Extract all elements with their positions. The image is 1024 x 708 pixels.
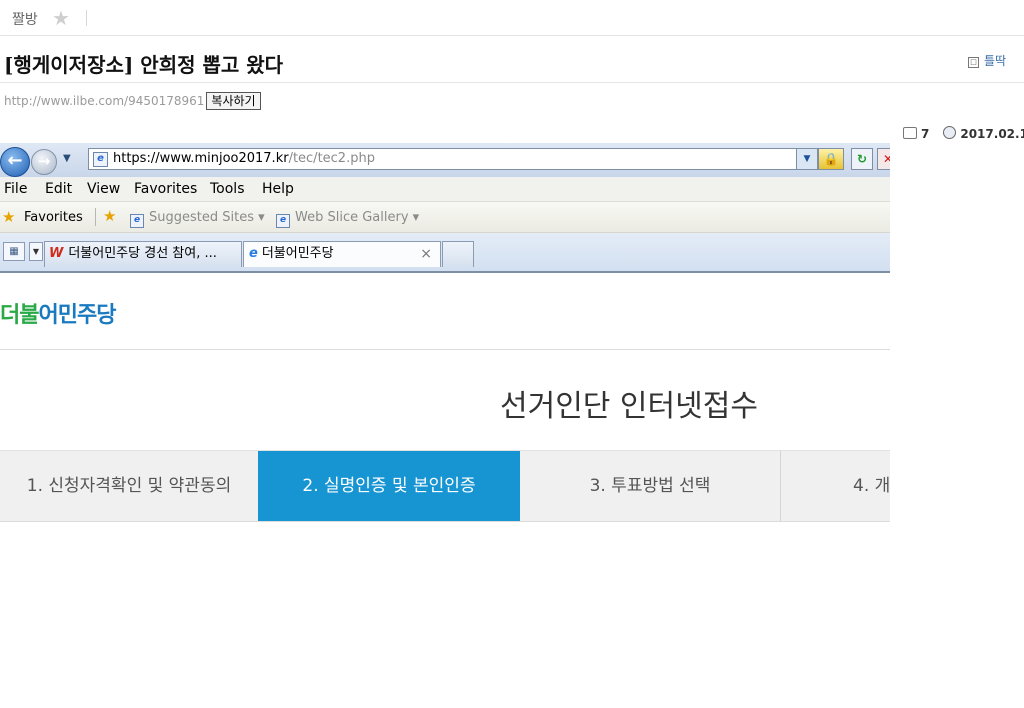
stop-icon[interactable]: ✕	[877, 148, 890, 170]
add-favorite-icon[interactable]: ★	[103, 207, 116, 225]
star-icon[interactable]: ★	[52, 6, 70, 30]
url-path: /tec/tec2.php	[288, 151, 375, 166]
board-name[interactable]: 짤방	[12, 9, 38, 29]
url-input[interactable]: e https://www.minjoo2017.kr/tec/tec2.php	[88, 148, 818, 170]
logo-green: 더불	[0, 303, 39, 328]
comment-count: 7	[921, 127, 930, 141]
favorites-star-icon[interactable]: ★	[2, 208, 15, 226]
favorites-button[interactable]: Favorites	[24, 210, 83, 225]
quick-tabs-icon[interactable]: ▦	[3, 242, 25, 261]
web-slice-gallery-label: Web Slice Gallery ▾	[295, 210, 420, 225]
tab-list-dropdown-icon[interactable]: ▼	[29, 242, 43, 261]
tab-2-active[interactable]: e 더불어민주당 ×	[243, 241, 441, 267]
title-row: [행게이저장소] 안희정 뽑고 왔다 □ 틀딱	[0, 37, 1024, 83]
step-3[interactable]: 3. 투표방법 선택	[520, 451, 780, 521]
menu-tools[interactable]: Tools	[210, 181, 245, 197]
post-url-row: http://www.ilbe.com/9450178961 복사하기	[4, 92, 261, 110]
history-dropdown-icon[interactable]: ▼	[63, 153, 71, 164]
menu-edit[interactable]: Edit	[45, 181, 72, 197]
suggested-sites-link[interactable]: e Suggested Sites ▾	[130, 210, 265, 228]
website-content: 더불어민주당 선거인단 인터넷접수 1. 신청자격확인 및 약관동의 2. 실명…	[0, 273, 890, 523]
browser-tab-bar: ▦ ▼ W 더불어민주당 경선 참여, ... e 더불어민주당 ×	[0, 233, 890, 273]
favorites-bar: ★ Favorites ★ e Suggested Sites ▾ e Web Sl…	[0, 202, 890, 233]
site-logo[interactable]: 더불어민주당	[0, 297, 116, 329]
post-url[interactable]: http://www.ilbe.com/9450178961	[4, 94, 204, 108]
page-icon: e	[130, 214, 144, 228]
lock-icon[interactable]: 🔒	[818, 148, 844, 170]
tab-1[interactable]: W 더불어민주당 경선 참여, ...	[44, 241, 242, 267]
step-2-active[interactable]: 2. 실명인증 및 본인인증	[258, 451, 520, 521]
step-4[interactable]: 4. 개인	[780, 451, 890, 521]
browser-address-bar: ← → ▼ e https://www.minjoo2017.kr/tec/tec…	[0, 143, 890, 177]
divider	[0, 349, 890, 350]
url-domain: minjoo2017.kr	[194, 151, 289, 166]
page-icon: e	[93, 152, 108, 167]
menu-view[interactable]: View	[87, 181, 120, 197]
board-bar: 짤방 ★	[0, 0, 1024, 36]
divider	[86, 10, 87, 26]
tab-2-label: 더불어민주당	[261, 246, 334, 261]
comment-icon	[903, 127, 917, 139]
menu-help[interactable]: Help	[262, 181, 294, 197]
menu-file[interactable]: File	[4, 181, 27, 197]
logo-blue: 어민주당	[38, 303, 116, 328]
embedded-screenshot: ← → ▼ e https://www.minjoo2017.kr/tec/tec…	[0, 143, 890, 523]
ie-favicon-icon: e	[249, 246, 258, 261]
side-link-label: 틀딱	[984, 54, 1007, 68]
url-prefix: https://www.	[113, 151, 195, 166]
browser-menu-bar: File Edit View Favorites Tools Help	[0, 177, 890, 202]
post-meta: 7 2017.02.1	[903, 126, 1024, 141]
page-icon: e	[276, 214, 290, 228]
site-favicon-icon: W	[49, 246, 64, 261]
refresh-icon[interactable]: ↻	[851, 148, 873, 170]
page-heading: 선거인단 인터넷접수	[500, 389, 758, 424]
forward-arrow-icon[interactable]: →	[31, 149, 57, 175]
close-tab-icon[interactable]: ×	[420, 242, 432, 266]
step-tabs: 1. 신청자격확인 및 약관동의 2. 실명인증 및 본인인증 3. 투표방법 …	[0, 450, 890, 522]
url-dropdown-icon[interactable]: ▼	[796, 148, 818, 170]
web-slice-gallery-link[interactable]: e Web Slice Gallery ▾	[276, 210, 419, 228]
back-arrow-icon[interactable]: ←	[0, 147, 30, 177]
suggested-sites-label: Suggested Sites ▾	[149, 210, 265, 225]
copy-button[interactable]: 복사하기	[206, 92, 261, 110]
post-date: 2017.02.1	[960, 127, 1024, 141]
post-title: [행게이저장소] 안희정 뽑고 왔다	[4, 53, 284, 77]
expand-icon: □	[968, 57, 979, 68]
divider	[95, 208, 96, 226]
tab-1-label: 더불어민주당 경선 참여, ...	[68, 246, 217, 261]
step-1[interactable]: 1. 신청자격확인 및 약관동의	[0, 451, 258, 521]
menu-favorites[interactable]: Favorites	[134, 181, 197, 197]
clock-icon	[943, 126, 957, 139]
new-tab-button[interactable]	[442, 241, 474, 267]
side-link[interactable]: □ 틀딱	[968, 52, 1006, 69]
